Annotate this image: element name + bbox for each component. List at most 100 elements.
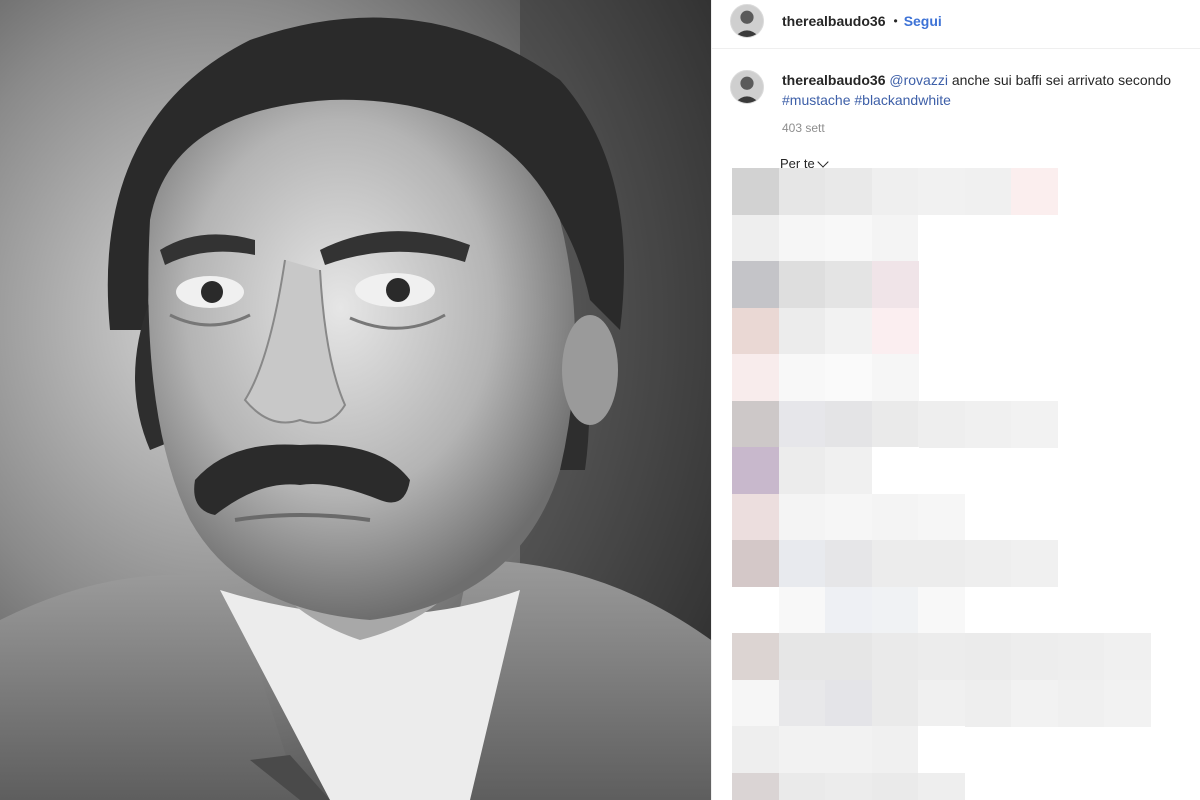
- caption-mention-link[interactable]: @rovazzi: [889, 72, 948, 88]
- blurred-comment-cell: [1104, 679, 1151, 727]
- blurred-comment-cell: [778, 679, 826, 727]
- blurred-comment-cell: [964, 540, 1012, 587]
- author-username[interactable]: therealbaudo36: [782, 13, 885, 29]
- blurred-comment-cell: [732, 633, 779, 680]
- blurred-comment-cell: [825, 679, 872, 727]
- blurred-comment-cell: [732, 540, 779, 587]
- blurred-comment-cell: [778, 354, 826, 401]
- blurred-comment-cell: [778, 633, 826, 680]
- blurred-comment-cell: [732, 307, 779, 355]
- author-avatar[interactable]: [730, 4, 764, 38]
- blurred-comment-cell: [825, 540, 872, 587]
- blurred-comment-cell: [825, 307, 872, 355]
- blurred-comment-cell: [778, 261, 826, 308]
- separator-dot: •: [893, 14, 898, 28]
- blurred-comment-cell: [1011, 400, 1058, 448]
- blurred-comment-cell: [1011, 679, 1058, 727]
- blurred-comment-cell: [871, 772, 919, 800]
- blurred-comment-cell: [732, 447, 779, 494]
- blurred-comment-cell: [825, 168, 872, 215]
- blurred-comment-cell: [732, 354, 779, 401]
- blurred-comment-cell: [871, 726, 919, 773]
- blurred-comment-cell: [732, 493, 779, 541]
- blurred-comment-cell: [918, 679, 965, 727]
- blurred-comment-cell: [825, 447, 872, 494]
- post-caption: therealbaudo36 @rovazzi anche sui baffi …: [730, 70, 1200, 138]
- blurred-comment-cell: [778, 214, 826, 262]
- blurred-comment-cell: [871, 633, 919, 680]
- blurred-comment-cell: [778, 540, 826, 587]
- blurred-comment-cell: [825, 633, 872, 680]
- blurred-comment-cell: [732, 168, 779, 215]
- hashtag-link[interactable]: #mustache: [782, 92, 850, 108]
- caption-avatar[interactable]: [730, 70, 764, 104]
- blurred-comment-cell: [871, 168, 919, 215]
- blurred-comment-cell: [732, 400, 779, 448]
- blurred-comment-cell: [778, 586, 826, 634]
- blurred-comment-cell: [964, 168, 1012, 215]
- blurred-comment-cell: [1011, 540, 1058, 587]
- blurred-comment-cell: [918, 493, 965, 541]
- blurred-comment-cell: [871, 679, 919, 727]
- blurred-comment-cell: [1104, 633, 1151, 680]
- blurred-comment-cell: [825, 400, 872, 448]
- blurred-comment-cell: [871, 586, 919, 634]
- caption-username[interactable]: therealbaudo36: [782, 72, 885, 88]
- blurred-comment-cell: [918, 400, 965, 448]
- post-age: 403 sett: [782, 121, 825, 135]
- hashtag-link[interactable]: #blackandwhite: [854, 92, 951, 108]
- blurred-comment-cell: [918, 726, 965, 773]
- blurred-comment-cell: [871, 493, 919, 541]
- portrait-image: [0, 0, 711, 800]
- blurred-comment-cell: [778, 307, 826, 355]
- blurred-comment-cell: [964, 633, 1012, 680]
- blurred-comment-cell: [964, 679, 1012, 727]
- blurred-comment-cell: [918, 633, 965, 680]
- header-divider: [712, 48, 1200, 49]
- blurred-comment-cell: [732, 586, 779, 634]
- chevron-down-icon: [817, 155, 829, 168]
- blurred-comment-cell: [918, 540, 965, 587]
- blurred-comment-cell: [732, 214, 779, 262]
- blurred-comment-cell: [918, 214, 965, 262]
- blurred-comment-cell: [732, 726, 779, 773]
- blurred-comment-cell: [732, 261, 779, 308]
- post-photo[interactable]: [0, 0, 711, 800]
- post-header: therealbaudo36 • Segui: [712, 0, 1200, 42]
- blurred-comment-cell: [871, 354, 919, 401]
- blurred-comment-cell: [1057, 633, 1105, 680]
- blurred-comment-cell: [825, 772, 872, 800]
- blurred-comment-cell: [871, 307, 919, 355]
- blurred-comment-cell: [1011, 633, 1058, 680]
- blurred-comment-cell: [778, 168, 826, 215]
- blurred-comment-cell: [732, 679, 779, 727]
- instagram-post: therealbaudo36 • Segui therealbaudo36 @r…: [0, 0, 1200, 800]
- blurred-comment-cell: [871, 261, 919, 308]
- blurred-comment-cell: [1057, 679, 1105, 727]
- blurred-comment-cell: [1011, 168, 1058, 215]
- blurred-comment-cell: [825, 493, 872, 541]
- blurred-comment-cell: [778, 493, 826, 541]
- blurred-comment-cell: [778, 772, 826, 800]
- blurred-comment-cell: [871, 447, 919, 494]
- blurred-comment-cell: [825, 586, 872, 634]
- blurred-comment-cell: [778, 726, 826, 773]
- blurred-comment-cell: [732, 772, 779, 800]
- caption-text: anche sui baffi sei arrivato secondo: [947, 72, 1172, 88]
- blurred-comment-cell: [778, 447, 826, 494]
- blurred-comment-cell: [871, 400, 919, 448]
- blurred-comment-cell: [825, 354, 872, 401]
- caption-body: therealbaudo36 @rovazzi anche sui baffi …: [782, 70, 1171, 138]
- blurred-comment-cell: [918, 168, 965, 215]
- blurred-comment-cell: [825, 261, 872, 308]
- follow-button[interactable]: Segui: [904, 13, 942, 29]
- blurred-comment-cell: [778, 400, 826, 448]
- blurred-comment-cell: [871, 540, 919, 587]
- blurred-comment-cell: [825, 726, 872, 773]
- blurred-comment-cell: [918, 586, 965, 634]
- blurred-comment-cell: [825, 214, 872, 262]
- blurred-comment-cell: [964, 400, 1012, 448]
- blurred-comment-cell: [918, 772, 965, 800]
- post-side-panel: therealbaudo36 • Segui therealbaudo36 @r…: [711, 0, 1200, 800]
- blurred-comment-cell: [871, 214, 919, 262]
